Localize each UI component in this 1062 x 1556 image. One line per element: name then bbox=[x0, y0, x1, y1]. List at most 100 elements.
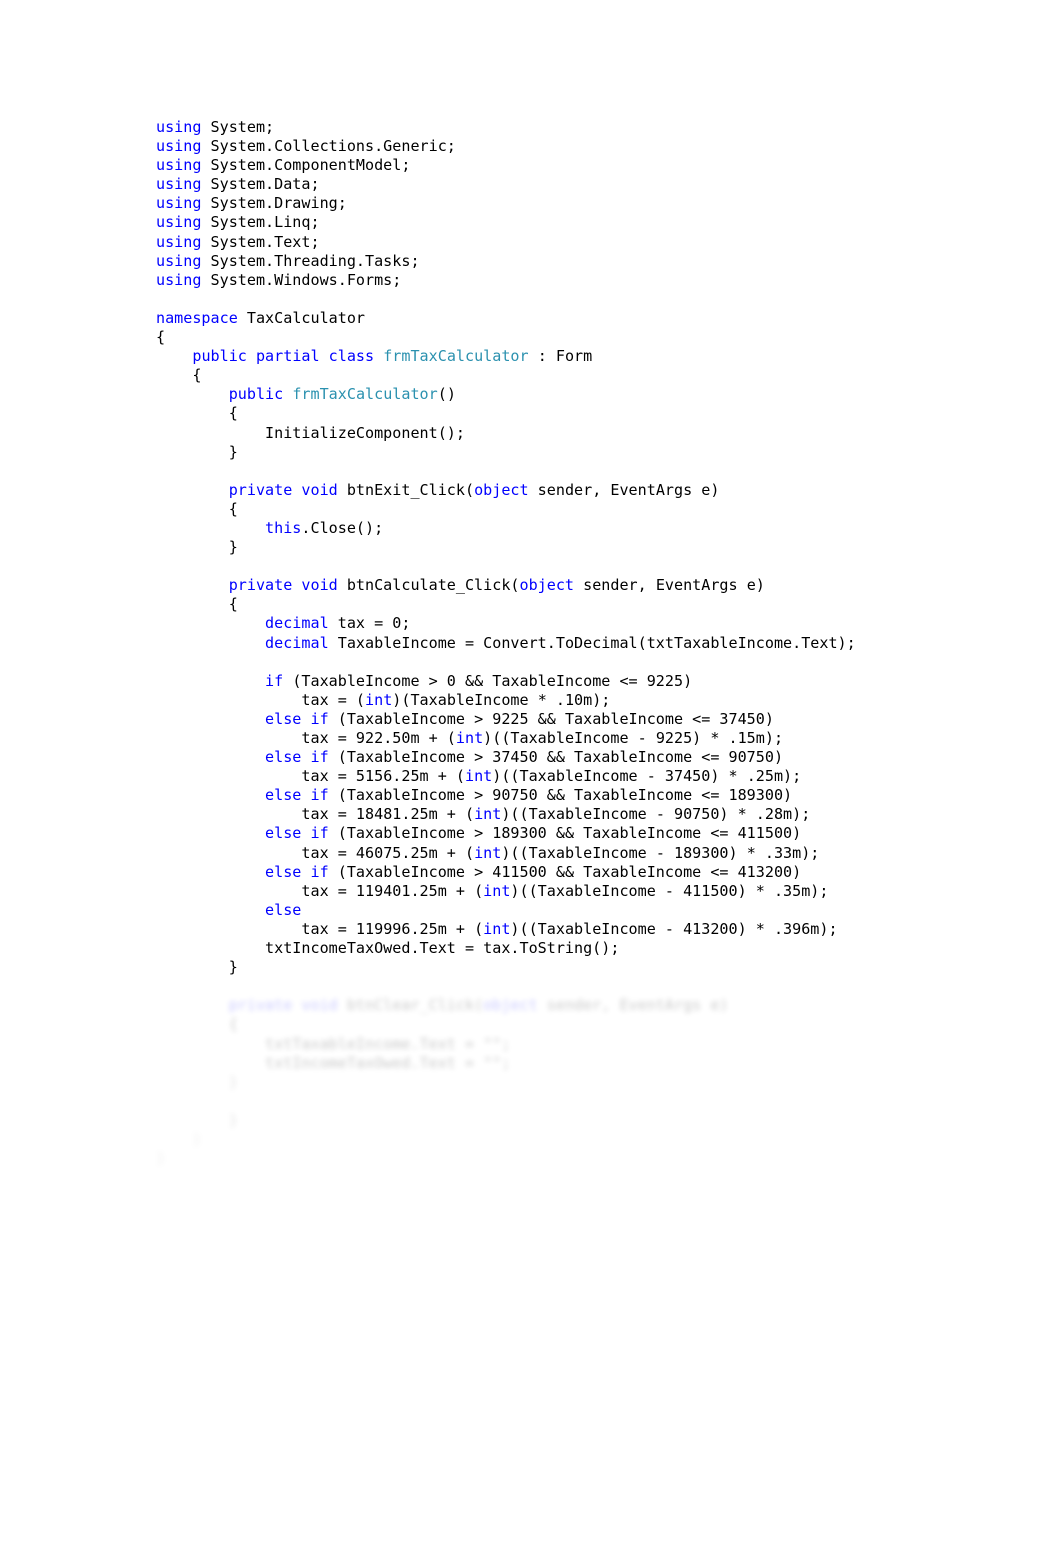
code-token-kw: int bbox=[365, 690, 393, 709]
code-line: else bbox=[156, 901, 1016, 920]
code-token-kw: else if bbox=[265, 709, 329, 728]
code-token-txt: tax = ( bbox=[301, 690, 366, 709]
code-token-txt: } bbox=[228, 442, 238, 461]
code-token-kw: using bbox=[156, 251, 202, 270]
code-token-txt: txtIncomeTaxOwed.Text = tax.ToString(); bbox=[265, 939, 620, 958]
code-token-txt: } bbox=[156, 1149, 166, 1168]
code-token-txt: System; bbox=[201, 118, 275, 136]
code-token-kw: namespace bbox=[156, 308, 238, 327]
code-token-kw: else if bbox=[265, 748, 329, 767]
code-token-kw: int bbox=[464, 767, 493, 786]
code-token-type: frmTaxCalculator bbox=[383, 347, 529, 366]
code-token-kw: using bbox=[156, 270, 202, 289]
code-line: { bbox=[156, 404, 1016, 423]
code-token-txt: (TaxableIncome > 37450 && TaxableIncome … bbox=[328, 748, 784, 767]
code-line: } bbox=[156, 1111, 1016, 1130]
code-token-txt: tax = 46075.25m + ( bbox=[301, 843, 475, 862]
code-line: using System.Linq; bbox=[156, 213, 1016, 232]
code-token-txt: tax = 119401.25m + ( bbox=[301, 881, 484, 900]
code-token-kw: int bbox=[474, 805, 502, 824]
code-line: else if (TaxableIncome > 37450 && Taxabl… bbox=[156, 748, 1016, 767]
code-line: private void btnClear_Click(object sende… bbox=[156, 996, 1016, 1015]
code-token-kw: private void bbox=[228, 576, 338, 595]
code-line: tax = 119996.25m + (int)((TaxableIncome … bbox=[156, 920, 1016, 939]
code-line: } bbox=[156, 1073, 1016, 1092]
code-token-txt: )(TaxableIncome * .10m); bbox=[392, 690, 611, 709]
code-line: using System.Threading.Tasks; bbox=[156, 252, 1016, 271]
code-line: } bbox=[156, 1130, 1016, 1149]
code-line: tax = (int)(TaxableIncome * .10m); bbox=[156, 691, 1016, 710]
code-token-txt: InitializeComponent(); bbox=[265, 423, 465, 442]
code-line: else if (TaxableIncome > 411500 && Taxab… bbox=[156, 863, 1016, 882]
code-token-txt: )((TaxableIncome - 9225) * .15m); bbox=[483, 729, 784, 747]
code-token-txt: btnCalculate_Click( bbox=[337, 576, 520, 595]
code-line: private void btnCalculate_Click(object s… bbox=[156, 576, 1016, 595]
code-token-kw: else if bbox=[265, 824, 329, 843]
code-token-txt: System.Collections.Generic; bbox=[201, 137, 456, 156]
code-token-kw: using bbox=[156, 156, 202, 175]
code-line: public partial class frmTaxCalculator : … bbox=[156, 347, 1016, 366]
code-token-txt: } bbox=[228, 1072, 238, 1091]
code-token-kw: object bbox=[483, 996, 538, 1015]
code-token-kw: using bbox=[156, 213, 202, 232]
code-token-txt: sender, EventArgs e) bbox=[528, 480, 720, 499]
code-token-txt: )((TaxableIncome - 37450) * .25m); bbox=[492, 767, 802, 786]
code-line: decimal TaxableIncome = Convert.ToDecima… bbox=[156, 634, 1016, 653]
code-token-txt: tax = 0; bbox=[328, 614, 411, 633]
code-line: tax = 18481.25m + (int)((TaxableIncome -… bbox=[156, 805, 1016, 824]
code-token-txt: { bbox=[228, 595, 238, 614]
code-token-txt: System.Data; bbox=[201, 175, 320, 194]
code-token-txt: tax = 5156.25m + ( bbox=[301, 767, 465, 786]
code-line: private void btnExit_Click(object sender… bbox=[156, 481, 1016, 500]
code-line: { bbox=[156, 595, 1016, 614]
code-token-txt: : Form bbox=[528, 347, 593, 366]
code-line: } bbox=[156, 538, 1016, 557]
code-line: using System; bbox=[156, 118, 1016, 137]
code-line: tax = 46075.25m + (int)((TaxableIncome -… bbox=[156, 844, 1016, 863]
code-token-kw: decimal bbox=[265, 614, 329, 633]
code-token-txt: { bbox=[156, 328, 166, 347]
code-line: { bbox=[156, 1015, 1016, 1034]
code-token-txt: System.Windows.Forms; bbox=[201, 270, 402, 289]
code-token-txt: .Close(); bbox=[301, 518, 384, 537]
code-token-kw: this bbox=[265, 518, 302, 537]
code-token-type: frmTaxCalculator bbox=[292, 385, 438, 404]
code-line: else if (TaxableIncome > 9225 && Taxable… bbox=[156, 710, 1016, 729]
code-token-txt: { bbox=[228, 499, 238, 518]
code-line: tax = 119401.25m + (int)((TaxableIncome … bbox=[156, 882, 1016, 901]
code-token-kw: object bbox=[519, 576, 575, 595]
code-token-txt: (TaxableIncome > 189300 && TaxableIncome… bbox=[328, 824, 802, 843]
code-line: tax = 922.50m + (int)((TaxableIncome - 9… bbox=[156, 729, 1016, 748]
code-line: using System.Windows.Forms; bbox=[156, 271, 1016, 290]
code-token-txt: (TaxableIncome > 90750 && TaxableIncome … bbox=[328, 786, 793, 805]
code-line: } bbox=[156, 1149, 1016, 1168]
